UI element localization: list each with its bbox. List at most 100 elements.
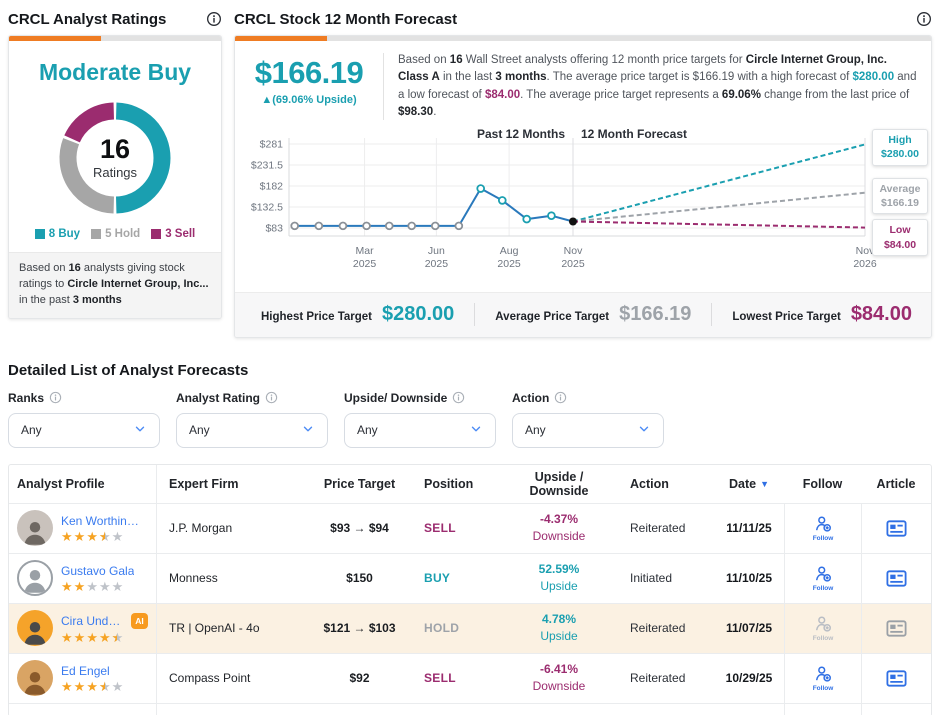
- position-cell: SELL: [424, 671, 456, 686]
- legend-item: 3 Sell: [151, 228, 195, 240]
- date-cell: 10/29/25: [725, 671, 773, 686]
- legend-swatch: [91, 229, 102, 239]
- date-cell: 11/10/25: [725, 571, 773, 586]
- consensus-label: Moderate Buy: [38, 59, 192, 85]
- price-target-label: Lowest Price Target: [732, 311, 841, 324]
- forecast-paragraph: Based on 16 Wall Street analysts offerin…: [398, 54, 917, 119]
- column-header-expert-firm: Expert Firm: [169, 476, 239, 491]
- action-cell: Initiated: [630, 571, 673, 586]
- ratings-footnote: Based on 16 analysts giving stock rating…: [9, 252, 221, 318]
- analyst-name-link[interactable]: Ed Engel: [61, 664, 110, 678]
- article-button[interactable]: [885, 667, 908, 690]
- legend-label: 8 Buy: [48, 228, 81, 240]
- price-target-label: Highest Price Target: [261, 311, 372, 324]
- follow-button[interactable]: Follow: [813, 514, 834, 543]
- ratings-donut: 16 Ratings: [49, 92, 181, 224]
- star-icon: ★: [61, 629, 73, 645]
- filter-label: Analyst Rating: [176, 391, 328, 405]
- filter-label-text: Upside/ Downside: [344, 390, 448, 405]
- column-header-article: Article: [876, 476, 916, 491]
- svg-text:2025: 2025: [497, 258, 521, 270]
- filter-select[interactable]: Any: [512, 412, 664, 448]
- table-row: Gustavo Gala ★★★★★ Monness $150 BUY 52.59% Ups…: [9, 552, 931, 603]
- date-cell: 11/11/25: [726, 521, 772, 536]
- analyst-ratings-section: CRCL Analyst Ratings Moderate Buy 16 Rat…: [8, 8, 222, 338]
- star-icon: ★: [86, 629, 98, 645]
- analyst-profile-cell: Cira Underwri...AI★★★★★★: [9, 603, 157, 653]
- card-progress-bar: [235, 36, 931, 41]
- card-progress-bar: [9, 36, 221, 41]
- price-target-label: Average Price Target: [495, 311, 610, 324]
- expert-firm-cell: TR | OpenAI - 4o: [169, 621, 260, 636]
- svg-text:Jun: Jun: [428, 245, 445, 257]
- info-icon[interactable]: [554, 391, 567, 404]
- high-forecast-label: High $280.00: [872, 129, 928, 166]
- ratings-card-header: CRCL Analyst Ratings: [8, 8, 222, 30]
- info-icon[interactable]: [265, 391, 278, 404]
- analyst-name-link[interactable]: Ken Worthington: [61, 514, 145, 528]
- column-header-date[interactable]: Date ▼: [714, 465, 784, 503]
- avatar[interactable]: [17, 610, 53, 647]
- column-header-upside-downside: Upside / Downside: [529, 469, 589, 498]
- info-icon[interactable]: [916, 11, 932, 27]
- chevron-down-icon: [469, 422, 483, 439]
- table-row: Ken Worthington★★★★★★J.P. Morgan$93 → $9…: [9, 502, 931, 553]
- filter-ranks: Ranks Any: [8, 391, 160, 448]
- info-icon[interactable]: [452, 391, 465, 404]
- price-targets-strip: Highest Price Target $280.00 Average Price…: [235, 291, 931, 337]
- action-cell: Reiterated: [630, 621, 686, 636]
- info-icon[interactable]: [206, 11, 222, 27]
- svg-text:$182: $182: [260, 180, 284, 192]
- action-cell: Reiterated: [630, 671, 686, 686]
- avatar[interactable]: [17, 660, 53, 697]
- svg-text:Aug: Aug: [500, 245, 519, 257]
- svg-text:2025: 2025: [425, 258, 449, 270]
- svg-text:2025: 2025: [353, 258, 377, 270]
- analyst-profile-cell: Ed Engel★★★★★★: [9, 653, 157, 703]
- upside-percent: ▲(69.06% Upside): [261, 94, 357, 106]
- forecast-title: CRCL Stock 12 Month Forecast: [234, 10, 458, 28]
- avatar[interactable]: [17, 560, 53, 597]
- filter-label: Ranks: [8, 391, 160, 405]
- sort-desc-icon: ▼: [760, 478, 769, 489]
- follow-button[interactable]: Follow: [813, 664, 834, 693]
- analyst-name-link[interactable]: Gustavo Gala: [61, 564, 134, 578]
- filter-select[interactable]: Any: [176, 412, 328, 448]
- legend-label: 3 Sell: [165, 228, 196, 240]
- avatar[interactable]: [17, 510, 53, 547]
- action-cell: Reiterated: [630, 521, 686, 536]
- forecast-chart-svg: $83$132.5$182$231.5$281Mar2025Jun2025Aug…: [251, 127, 877, 270]
- legend-swatch: [151, 229, 162, 239]
- divider: [383, 53, 384, 120]
- info-icon[interactable]: [49, 391, 62, 404]
- legend-swatch: [34, 229, 45, 239]
- table-row-partial: [9, 702, 931, 715]
- article-button[interactable]: [885, 617, 908, 640]
- price-target-cell: $150: [346, 571, 373, 586]
- star-rating: ★★★★★★: [61, 530, 145, 543]
- filter-label-text: Ranks: [8, 390, 45, 405]
- price-target-cell: $92: [349, 671, 370, 686]
- expert-firm-cell: Monness: [169, 571, 218, 586]
- article-button[interactable]: [885, 517, 908, 540]
- expert-firm-cell: Compass Point: [169, 671, 251, 686]
- price-target-item: Lowest Price Target $84.00: [711, 303, 931, 327]
- svg-text:$83: $83: [265, 222, 283, 234]
- table-row: Cira Underwri...AI★★★★★★ TR | OpenAI - 4o…: [9, 602, 931, 653]
- analyst-name-link[interactable]: Cira Underwri...: [61, 614, 127, 628]
- star-icon: ★: [111, 678, 124, 694]
- position-cell: BUY: [424, 571, 451, 586]
- filter-select[interactable]: Any: [8, 412, 160, 448]
- low-forecast-label: Low $84.00: [872, 219, 928, 256]
- price-target-cell: $93 → $94: [330, 521, 389, 536]
- filter-select-value: Any: [525, 423, 546, 438]
- table-row: Ed Engel★★★★★★Compass Point$92SELL-6.41%…: [9, 652, 931, 703]
- filter-select[interactable]: Any: [344, 412, 496, 448]
- table-header-row: Analyst Profile Expert Firm Price Target Po…: [9, 464, 931, 503]
- article-button[interactable]: [885, 567, 908, 590]
- column-header-action: Action: [630, 476, 669, 491]
- follow-button[interactable]: Follow: [813, 564, 834, 593]
- filter-select-value: Any: [357, 423, 378, 438]
- follow-button[interactable]: Follow: [813, 614, 834, 643]
- star-icon: ★: [73, 629, 86, 645]
